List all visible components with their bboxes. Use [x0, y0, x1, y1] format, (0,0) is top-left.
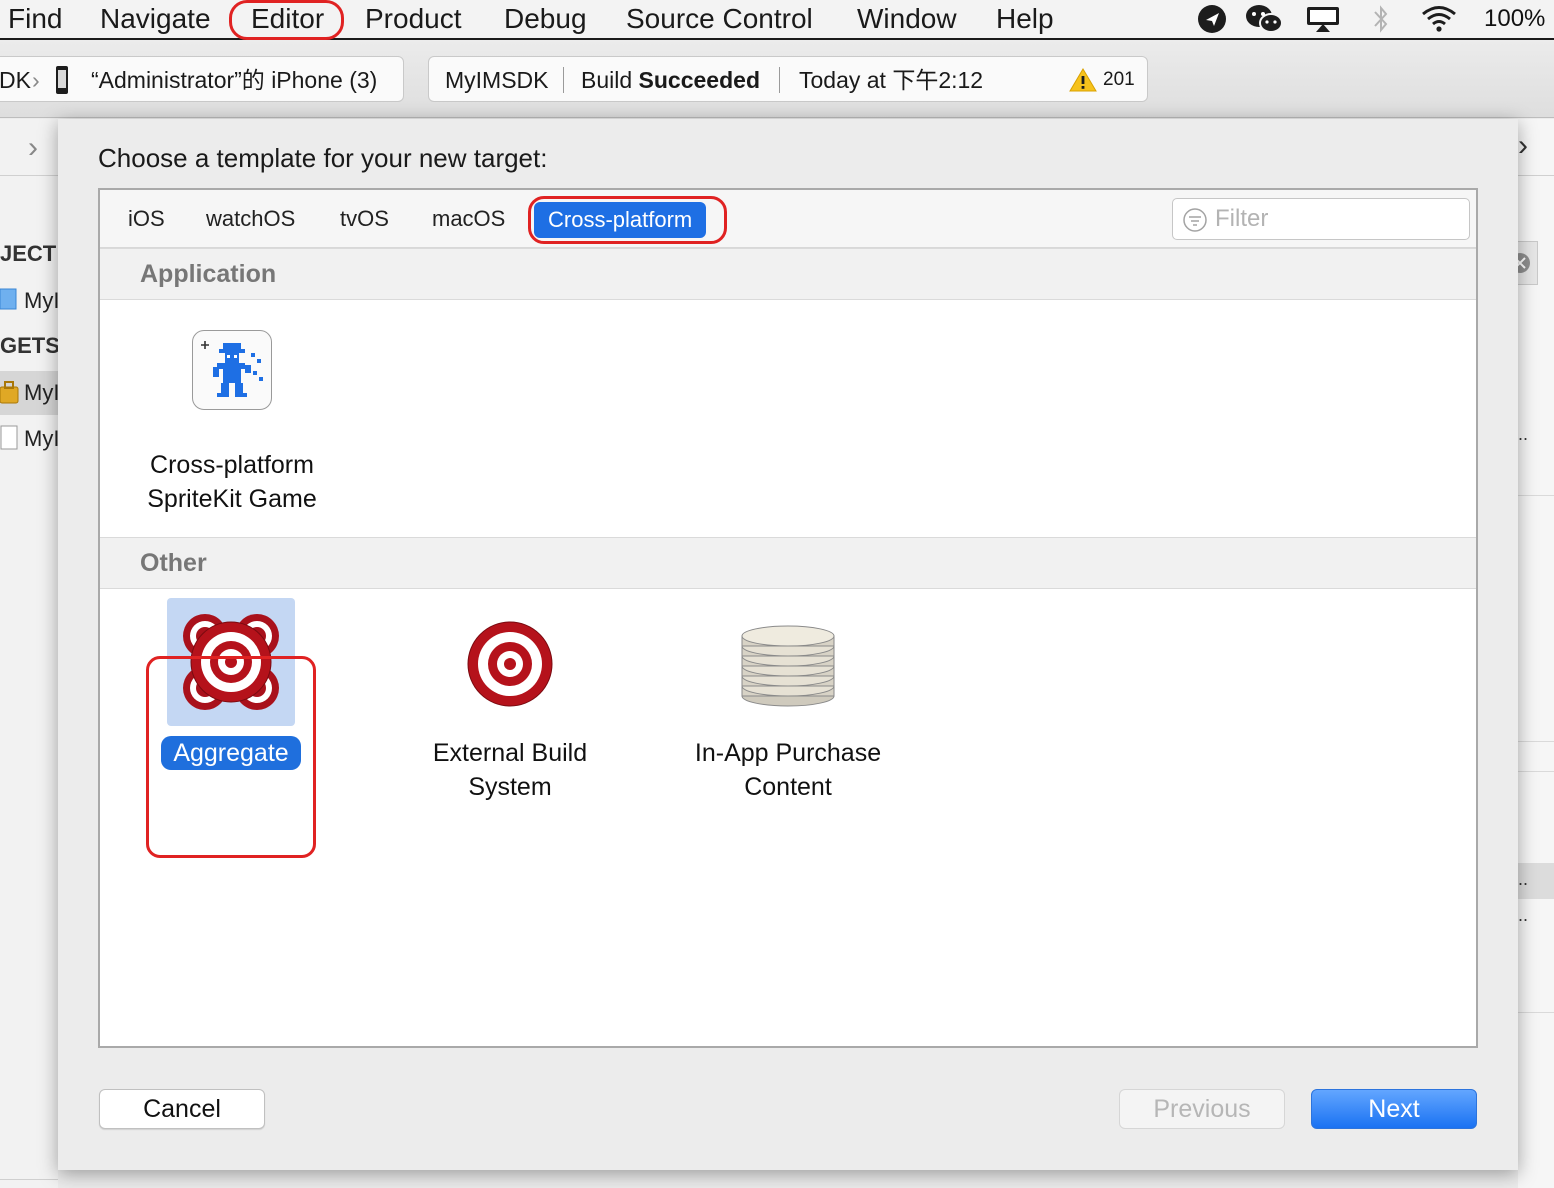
divider — [1518, 175, 1554, 176]
platform-tabbar: iOS watchOS tvOS macOS Cross-platform Fi… — [100, 190, 1476, 248]
new-target-sheet: Choose a template for your new target: i… — [58, 119, 1518, 1170]
template-label: Content — [744, 773, 832, 801]
menu-debug[interactable]: Debug — [504, 2, 587, 36]
divider — [1518, 495, 1554, 496]
chevron-right-icon: › — [32, 67, 40, 93]
toolbox-icon — [0, 379, 20, 410]
next-button[interactable]: Next — [1311, 1089, 1477, 1129]
divider — [0, 1179, 58, 1180]
chevron-right-icon[interactable]: › — [28, 131, 38, 165]
cancel-button[interactable]: Cancel — [99, 1089, 265, 1129]
project-file-icon — [0, 287, 18, 316]
build-status: Build Succeeded — [581, 67, 760, 93]
project-header: JECT — [0, 241, 57, 266]
template-chooser: iOS watchOS tvOS macOS Cross-platform Fi… — [98, 188, 1478, 1048]
separator — [563, 67, 564, 93]
build-time: Today at 下午2:12 — [799, 67, 984, 93]
menu-bar: Find Navigate Editor Product Debug Sourc… — [0, 0, 1554, 40]
clear-icon[interactable] — [1510, 252, 1532, 279]
tab-watchos[interactable]: watchOS — [206, 204, 295, 234]
section-application: Application — [100, 248, 1476, 300]
template-label: In-App Purchase — [694, 739, 882, 767]
template-label: System — [468, 773, 552, 801]
template-label: SpriteKit Game — [147, 485, 317, 513]
menu-navigate[interactable]: Navigate — [100, 2, 211, 36]
wechat-icon[interactable] — [1243, 3, 1285, 35]
divider — [1518, 771, 1554, 772]
separator — [779, 67, 780, 93]
airplay-icon[interactable] — [1304, 3, 1342, 35]
menu-help[interactable]: Help — [996, 2, 1054, 36]
filter-icon — [1183, 208, 1207, 237]
divider — [0, 175, 58, 176]
menu-product[interactable]: Product — [365, 2, 462, 36]
tab-ios[interactable]: iOS — [128, 204, 165, 234]
template-external-build[interactable]: External Build System — [400, 598, 620, 804]
targets-header: GETS — [0, 333, 60, 358]
warning-count[interactable]: 201 — [1103, 67, 1135, 93]
device-name: “Administrator”的 iPhone (3) — [91, 67, 378, 93]
template-label: External Build — [432, 739, 588, 767]
project-navigator: › JECT MyI GETS MyI MyI — [0, 119, 60, 1188]
filter-placeholder: Filter — [1215, 205, 1269, 232]
external-build-icon — [446, 598, 574, 726]
editor-annotation-circle — [229, 0, 344, 40]
spritekit-game-icon — [192, 330, 272, 410]
inspector-pane: › .. .. .. — [1510, 119, 1554, 1188]
scheme-selector[interactable]: DK › “Administrator”的 iPhone (3) — [0, 56, 404, 102]
coins-icon — [724, 598, 852, 726]
more-icon[interactable]: .. — [1518, 905, 1528, 926]
section-title: Other — [140, 549, 207, 577]
activity-viewer: MyIMSDK Build Succeeded Today at 下午2:12 … — [428, 56, 1148, 102]
template-label: Cross-platform — [150, 451, 314, 479]
divider — [1518, 1012, 1554, 1013]
warning-icon[interactable] — [1069, 68, 1097, 97]
menu-source-control[interactable]: Source Control — [626, 2, 813, 36]
section-other: Other — [100, 537, 1476, 589]
iphone-icon — [55, 65, 69, 100]
xcode-toolbar: DK › “Administrator”的 iPhone (3) MyIMSDK… — [0, 42, 1554, 118]
target-item-1[interactable]: MyI — [24, 379, 59, 407]
more-icon[interactable]: .. — [1518, 869, 1528, 890]
aggregate-annotation-box — [146, 656, 316, 858]
menu-window[interactable]: Window — [857, 2, 957, 36]
wifi-icon[interactable] — [1418, 3, 1460, 35]
battery-percentage[interactable]: 100% — [1484, 2, 1545, 36]
template-spritekit-game[interactable]: Cross-platform SpriteKit Game — [130, 330, 334, 516]
project-item[interactable]: MyI — [24, 287, 59, 315]
document-icon — [0, 425, 20, 456]
project-name: MyIMSDK — [445, 67, 549, 93]
sheet-title: Choose a template for your new target: — [98, 143, 548, 173]
cross-platform-annotation-circle — [528, 196, 727, 244]
filter-field[interactable]: Filter — [1172, 198, 1470, 240]
tab-macos[interactable]: macOS — [432, 204, 505, 234]
template-in-app-purchase[interactable]: In-App Purchase Content — [670, 598, 906, 804]
target-item-2[interactable]: MyI — [24, 425, 59, 453]
scheme-name: DK — [0, 67, 31, 93]
chevron-right-icon[interactable]: › — [1518, 129, 1528, 163]
divider — [1518, 741, 1554, 742]
tab-tvos[interactable]: tvOS — [340, 204, 389, 234]
section-title: Application — [140, 260, 277, 288]
bluetooth-icon[interactable] — [1370, 3, 1392, 35]
more-icon[interactable]: .. — [1518, 424, 1528, 445]
previous-button[interactable]: Previous — [1119, 1089, 1285, 1129]
menu-find[interactable]: Find — [8, 2, 62, 36]
lark-icon[interactable] — [1196, 3, 1228, 35]
